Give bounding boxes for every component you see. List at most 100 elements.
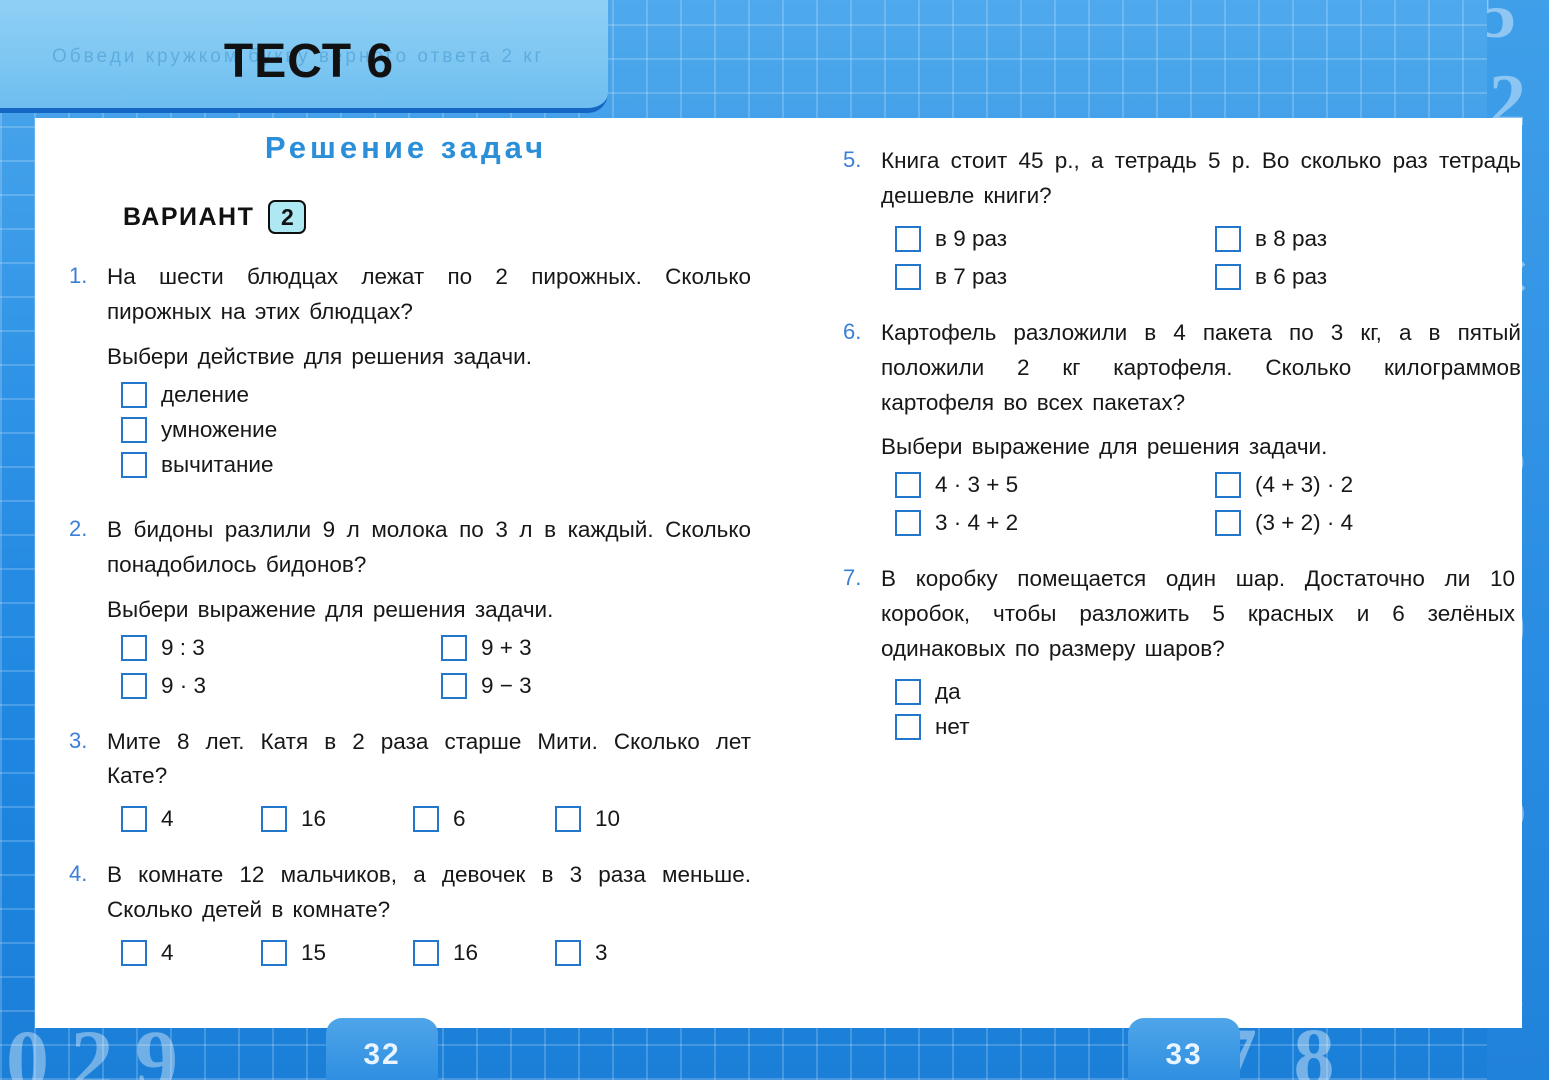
option-row[interactable]: 9 − 3 [427, 672, 747, 699]
checkbox-icon[interactable] [895, 714, 921, 740]
option-label: 6 [453, 806, 466, 832]
option-row[interactable]: 9 + 3 [427, 634, 747, 661]
option-row[interactable]: да [881, 679, 1515, 705]
option-row[interactable]: (3 + 2) · 4 [1201, 510, 1521, 537]
option-label: 9 · 3 [161, 672, 207, 698]
checkbox-icon[interactable] [895, 225, 921, 252]
option-row[interactable]: 15 [247, 940, 399, 966]
checkbox-icon[interactable] [1215, 510, 1241, 537]
option-row[interactable]: нет [881, 714, 1515, 740]
checkbox-icon[interactable] [121, 634, 147, 661]
section-title: Решение задач [264, 130, 548, 165]
option-row[interactable]: в 6 раз [1201, 263, 1521, 290]
option-row[interactable]: 9 : 3 [107, 634, 427, 661]
checkbox-icon[interactable] [413, 940, 439, 966]
page-number-right: 33 [1128, 1018, 1240, 1080]
checkbox-icon[interactable] [121, 806, 147, 833]
checkbox-icon[interactable] [261, 806, 287, 833]
question-item: 6. Картофель разложили в 4 пакета по 3 кг… [835, 316, 1521, 537]
checkbox-icon[interactable] [895, 472, 921, 499]
question-number: 6. [843, 318, 862, 344]
option-label: 16 [301, 806, 327, 832]
right-page-column: 5. Книга стоит 45 р., а тетрадь 5 р. Во с… [835, 118, 1521, 749]
option-row[interactable]: (4 + 3) · 2 [1201, 472, 1521, 499]
checkbox-icon[interactable] [895, 679, 921, 705]
question-body: Мите 8 лет. Катя в 2 раза старше Мити. С… [107, 725, 751, 833]
question-number: 1. [69, 263, 88, 288]
test-title: ТЕСТ 6 [223, 34, 395, 88]
question-number: 4. [69, 861, 88, 887]
question-number: 5. [843, 147, 862, 172]
checkbox-icon[interactable] [555, 806, 581, 833]
option-row[interactable]: 6 [399, 806, 541, 833]
checkbox-icon[interactable] [441, 672, 467, 699]
option-label: деление [161, 381, 250, 407]
option-row[interactable]: вычитание [107, 451, 751, 478]
option-label: 3 [595, 940, 608, 965]
checkbox-icon[interactable] [121, 381, 147, 408]
checkbox-icon[interactable] [261, 940, 287, 966]
option-label: в 8 раз [1255, 225, 1328, 251]
option-row[interactable]: в 8 раз [1201, 225, 1521, 252]
option-row[interactable]: 3 · 4 + 2 [881, 510, 1201, 537]
option-label: 4 [161, 806, 174, 832]
option-row[interactable]: 9 · 3 [107, 672, 427, 699]
checkbox-icon[interactable] [895, 263, 921, 290]
checkbox-icon[interactable] [555, 940, 581, 966]
checkbox-icon[interactable] [1215, 225, 1241, 252]
option-row[interactable]: 10 [541, 806, 691, 833]
option-list: 9 : 3 9 + 3 9 · 3 9 − 3 [107, 634, 751, 699]
checkbox-icon[interactable] [121, 672, 147, 699]
option-row[interactable]: умножение [107, 416, 751, 443]
checkbox-icon[interactable] [895, 510, 921, 537]
question-text: Картофель разложили в 4 пакета по 3 кг, … [881, 319, 1521, 415]
option-list: 4 16 6 10 [107, 806, 751, 833]
option-row[interactable]: 3 [541, 940, 691, 966]
question-text: На шести блюдцах лежат по 2 пирожных. Ск… [107, 264, 751, 324]
checkbox-icon[interactable] [121, 416, 147, 443]
option-row[interactable]: 16 [247, 806, 399, 833]
option-label: 9 + 3 [481, 634, 532, 660]
option-row[interactable]: в 7 раз [881, 263, 1201, 290]
question-number: 3. [69, 727, 88, 753]
option-row[interactable]: в 9 раз [881, 225, 1201, 252]
option-label: 4 [161, 940, 174, 965]
checkbox-icon[interactable] [413, 806, 439, 833]
option-label: в 7 раз [935, 263, 1008, 289]
option-label: в 6 раз [1255, 263, 1328, 289]
checkbox-icon[interactable] [441, 634, 467, 661]
question-number: 2. [69, 515, 88, 541]
option-row[interactable]: деление [107, 381, 751, 408]
option-row[interactable]: 4 · 3 + 5 [881, 472, 1201, 499]
option-label: 15 [301, 940, 327, 965]
question-text: В бидоны разлили 9 л молока по 3 л в каж… [107, 516, 751, 577]
option-list: деление умножение вычитание [107, 381, 751, 478]
question-prompt: Выбери выражение для решения задачи. [107, 596, 554, 622]
option-label: 4 · 3 + 5 [935, 472, 1019, 498]
left-page-column: Решение задач ВАРИАНТ 2 1. На шести блюдц… [61, 118, 751, 966]
option-label: (3 + 2) · 4 [1255, 510, 1354, 536]
question-body: Картофель разложили в 4 пакета по 3 кг, … [881, 316, 1521, 537]
option-row[interactable]: 4 [107, 806, 247, 833]
option-label: да [935, 679, 961, 704]
question-text: Мите 8 лет. Катя в 2 раза старше Мити. С… [107, 728, 751, 789]
question-item: 4. В комнате 12 мальчиков, а девочек в 3 … [61, 858, 751, 966]
question-prompt: Выбери выражение для решения задачи. [881, 434, 1328, 460]
checkbox-icon[interactable] [121, 940, 147, 966]
question-item: 1. На шести блюдцах лежат по 2 пирожных. … [61, 260, 751, 487]
decor-digit: 5 [1487, 0, 1516, 54]
left-question-list: 1. На шести блюдцах лежат по 2 пирожных. … [61, 260, 751, 966]
option-row[interactable]: 4 [107, 940, 247, 966]
checkbox-icon[interactable] [1215, 472, 1241, 499]
variant-row: ВАРИАНТ 2 [123, 200, 751, 234]
question-item: 3. Мите 8 лет. Катя в 2 раза старше Мити.… [61, 725, 751, 833]
checkbox-icon[interactable] [121, 451, 147, 478]
question-body: На шести блюдцах лежат по 2 пирожных. Ск… [107, 260, 751, 487]
question-prompt: Выбери действие для решения задачи. [107, 343, 532, 369]
option-row[interactable]: 16 [399, 940, 541, 966]
option-list: 4 · 3 + 5 (4 + 3) · 2 3 · 4 + 2 (3 + 2) · 4 [881, 472, 1521, 537]
option-label: в 9 раз [935, 225, 1008, 251]
checkbox-icon[interactable] [1215, 263, 1241, 290]
question-body: В комнате 12 мальчиков, а девочек в 3 ра… [107, 858, 751, 966]
option-list: 4 15 16 3 [107, 940, 751, 966]
